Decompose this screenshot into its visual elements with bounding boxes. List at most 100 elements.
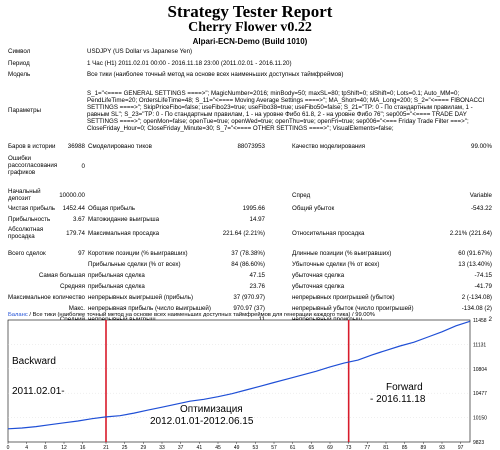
x-tick-label: 0: [7, 445, 10, 450]
x-tick-label: 69: [327, 445, 333, 450]
model-label: Модель: [8, 71, 31, 78]
y-tick-label: 11131: [473, 342, 486, 348]
cons-wins-value: 37 (970.97): [233, 294, 265, 301]
x-tick-label: 21: [103, 445, 109, 450]
gross-loss-label: Общий убыток: [292, 205, 335, 212]
forward-date-label: - 2016.11.18: [370, 394, 426, 405]
max-count-label: Максимальное количество: [8, 294, 85, 301]
largest-profit-value: 47.15: [249, 272, 265, 279]
x-tick-label: 65: [309, 445, 315, 450]
cons-profit-label: непрерывная прибыль (число выигрышей): [88, 305, 211, 312]
cons-losses-value: 2 (-134.08): [461, 294, 492, 301]
x-tick-label: 85: [402, 445, 408, 450]
profit-trades-label: Прибыльные сделки (% от всех): [88, 261, 181, 268]
x-tick-label: 49: [234, 445, 240, 450]
bars-value: 36988: [67, 143, 85, 150]
long-pos-label: Длинные позиции (% выигравших): [292, 250, 392, 257]
total-trades-value: 97: [78, 250, 85, 257]
server-name: Alpari-ECN-Demo (Build 1010): [192, 37, 308, 46]
cons-loss-label: непрерывный убыток (число проигрышей): [292, 305, 414, 312]
x-tick-label: 29: [141, 445, 147, 450]
gross-loss-value: -543.22: [471, 205, 492, 212]
x-tick-label: 57: [271, 445, 277, 450]
x-tick-label: 41: [197, 445, 203, 450]
largest-label: Самая большая: [38, 272, 85, 279]
avg-loss-value: -41.79: [474, 283, 492, 290]
net-profit-value: 1452.44: [62, 205, 85, 212]
x-tick-label: 53: [253, 445, 259, 450]
x-tick-label: 37: [178, 445, 184, 450]
expected-payoff-value: 14.97: [249, 216, 265, 223]
rel-dd-value: 2.21% (221.64): [449, 230, 492, 237]
loss-trades-label: Убыточные сделки (% от всех): [292, 261, 380, 268]
profit-factor-value: 3.67: [72, 216, 85, 223]
x-tick-label: 33: [159, 445, 165, 450]
x-tick-label: 4: [25, 445, 28, 450]
expected-payoff-label: Матожидание выигрыша: [88, 216, 160, 223]
params-label: Параметры: [8, 107, 41, 114]
long-pos-value: 60 (91.67%): [458, 250, 492, 257]
report-title: Strategy Tester Report: [167, 2, 333, 21]
ticks-label: Смоделировано тиков: [88, 143, 152, 150]
avg-loss-label: убыточная сделка: [292, 283, 345, 290]
y-tick-labels: 9823 10150 10477 10804 11131 11458: [473, 318, 487, 446]
x-tick-label: 16: [80, 445, 86, 450]
symbol-value: USDJPY (US Dollar vs Japanese Yen): [87, 48, 193, 55]
gross-profit-value: 1995.66: [242, 205, 265, 212]
forward-label: Forward: [386, 382, 423, 393]
x-tick-label: 89: [421, 445, 427, 450]
balance-chart: 0 4 8 12 16 21 25 29 33 37 41 45 49 53 57 61 65 69 73 77 81 8…: [7, 318, 488, 450]
y-tick-label: 9823: [473, 440, 484, 446]
short-pos-label: Короткие позиции (% выигравших): [88, 250, 188, 257]
cons-wins-label: непрерывных выигрышей (прибыль): [88, 294, 194, 301]
params-value: S_1="<==== GENERAL SETTINGS ====>"; Magi…: [87, 90, 485, 132]
period-label: Период: [8, 60, 30, 67]
x-tick-label: 97: [458, 445, 464, 450]
spread-value: Variable: [469, 192, 492, 199]
max-dd-label: Максимальная просадка: [88, 230, 160, 237]
backward-label: Backward: [12, 356, 56, 367]
abs-dd-value: 179.74: [66, 230, 85, 237]
y-tick-label: 10150: [473, 416, 487, 422]
cons-profit-value: 970.97 (37): [233, 305, 265, 312]
largest-profit-label: прибыльная сделка: [88, 272, 145, 279]
bars-label: Баров в истории: [8, 143, 56, 150]
model-value: Все тики (наиболее точный метод на основ…: [87, 71, 344, 78]
x-tick-label: 12: [61, 445, 67, 450]
x-tick-label: 25: [122, 445, 128, 450]
largest-loss-value: -74.15: [474, 272, 492, 279]
x-tick-label: 81: [383, 445, 389, 450]
max-label: Макс.: [68, 305, 85, 312]
average-label: Средняя: [60, 283, 85, 290]
rel-dd-label: Относительная просадка: [292, 230, 365, 237]
profit-trades-value: 84 (86.60%): [231, 261, 265, 268]
x-tick-label: 8: [44, 445, 47, 450]
quality-label: Качество моделирования: [292, 143, 366, 150]
optimization-label: Оптимизация: [180, 404, 243, 415]
expert-name: Cherry Flower v0.22: [188, 20, 312, 35]
x-tick-label: 77: [365, 445, 371, 450]
period-value: 1 Час (H1) 2011.02.01 00:00 - 2016.11.18…: [87, 60, 292, 67]
deposit-value: 10000.00: [59, 192, 85, 199]
backward-date-label: 2011.02.01-: [12, 386, 65, 397]
optimization-dates-label: 2012.01.01-2012.06.15: [150, 416, 254, 427]
largest-loss-label: убыточная сделка: [292, 272, 345, 279]
x-tick-label: 93: [439, 445, 445, 450]
x-tick-label: 61: [290, 445, 296, 450]
loss-trades-value: 13 (13.40%): [458, 261, 492, 268]
y-tick-label: 10804: [473, 367, 487, 373]
x-tick-labels: 0 4 8 12 16 21 25 29 33 37 41 45 49 53 57 61 65 69 73 77 81 8…: [7, 442, 464, 450]
balance-chart-area: Баланс / Все тики (наиболее точный метод…: [0, 312, 500, 450]
spread-label: Спред: [292, 192, 311, 199]
errors-label: Ошибки рассогласования графиков: [8, 155, 58, 176]
ticks-value: 88073953: [237, 143, 265, 150]
cons-loss-value: -134.08 (2): [461, 305, 492, 312]
quality-value: 99.00%: [471, 143, 492, 150]
total-trades-label: Всего сделок: [8, 250, 46, 257]
symbol-label: Символ: [8, 48, 31, 55]
y-tick-label: 10477: [473, 391, 487, 397]
short-pos-value: 37 (78.38%): [231, 250, 265, 257]
max-dd-value: 221.64 (2.21%): [222, 230, 265, 237]
cons-losses-label: непрерывных проигрышей (убыток): [292, 294, 395, 301]
errors-value: 0: [81, 163, 85, 170]
